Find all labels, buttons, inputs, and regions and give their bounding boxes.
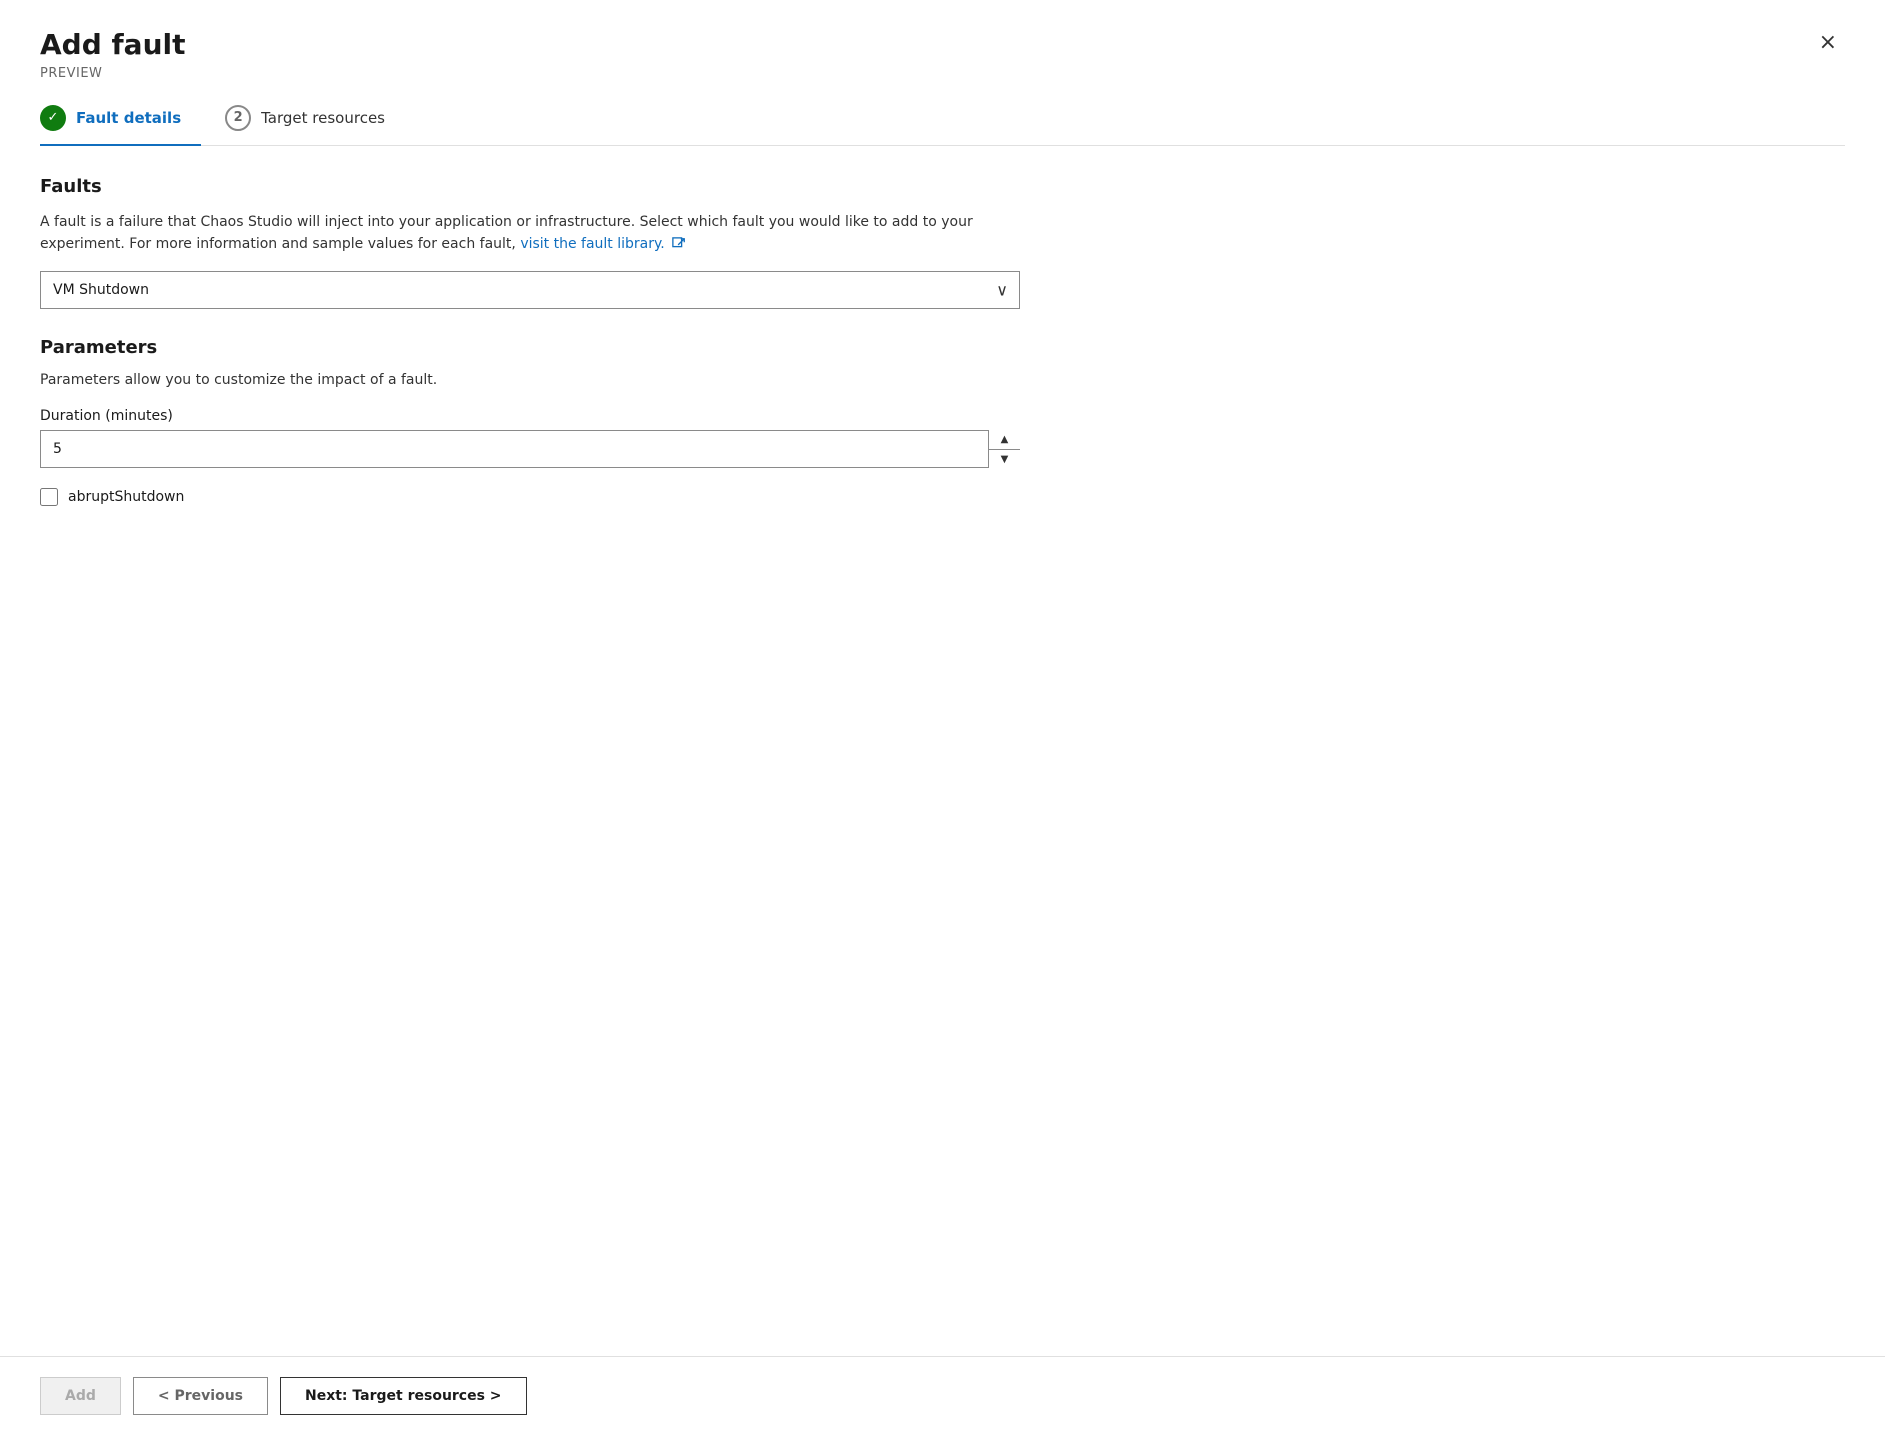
dialog-header: Add fault PREVIEW × [0,0,1885,93]
fault-select-wrapper: VM Shutdown CPU Pressure Memory Pressure… [40,271,1020,309]
dialog-title: Add fault [40,28,186,62]
tab-fault-details[interactable]: ✓ Fault details [40,93,201,145]
tab-icon-fault-details: ✓ [40,105,66,131]
parameters-heading: Parameters [40,337,1845,358]
tab-target-resources[interactable]: 2 Target resources [225,93,405,145]
duration-increment-button[interactable]: ▲ [989,430,1020,450]
add-fault-dialog: Add fault PREVIEW × ✓ Fault details 2 Ta… [0,0,1885,1435]
add-button[interactable]: Add [40,1377,121,1415]
dialog-footer: Add < Previous Next: Target resources > [0,1356,1885,1435]
dialog-subtitle: PREVIEW [40,66,186,81]
external-link-icon [672,237,686,251]
duration-spinner: ▲ ▼ [988,430,1020,468]
tab-label-target-resources: Target resources [261,109,385,127]
faults-section: Faults A fault is a failure that Chaos S… [40,176,1845,310]
duration-decrement-button[interactable]: ▼ [989,450,1020,469]
title-block: Add fault PREVIEW [40,28,186,81]
duration-field: Duration (minutes) ▲ ▼ [40,408,1845,468]
tab-label-fault-details: Fault details [76,109,181,127]
dialog-content: ✓ Fault details 2 Target resources Fault… [0,93,1885,1356]
abrupt-shutdown-checkbox[interactable] [40,488,58,506]
duration-label: Duration (minutes) [40,408,1845,424]
parameters-description: Parameters allow you to customize the im… [40,372,1845,388]
close-button[interactable]: × [1811,28,1845,58]
faults-description-text: A fault is a failure that Chaos Studio w… [40,214,973,252]
fault-library-link[interactable]: visit the fault library. [520,236,686,252]
duration-input[interactable] [40,430,1020,468]
faults-description: A fault is a failure that Chaos Studio w… [40,211,1020,256]
parameters-section: Parameters Parameters allow you to custo… [40,337,1845,506]
tabs-container: ✓ Fault details 2 Target resources [40,93,1845,146]
tab-icon-target-resources: 2 [225,105,251,131]
previous-button[interactable]: < Previous [133,1377,268,1415]
fault-select[interactable]: VM Shutdown CPU Pressure Memory Pressure… [40,271,1020,309]
duration-input-wrapper: ▲ ▼ [40,430,1020,468]
abrupt-shutdown-label[interactable]: abruptShutdown [68,489,184,505]
abrupt-shutdown-row: abruptShutdown [40,488,1845,506]
faults-heading: Faults [40,176,1845,197]
next-button[interactable]: Next: Target resources > [280,1377,527,1415]
